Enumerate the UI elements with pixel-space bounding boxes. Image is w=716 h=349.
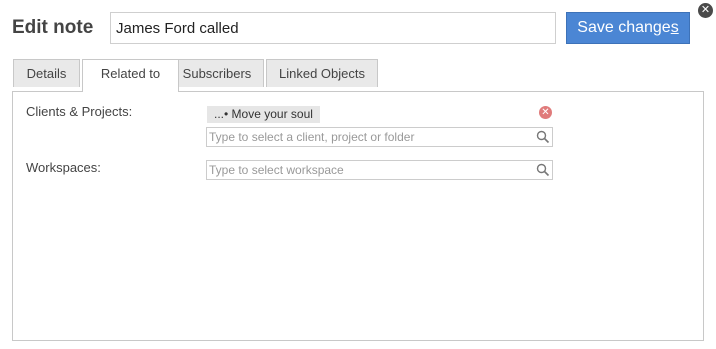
- close-icon[interactable]: ✕: [698, 3, 713, 18]
- edit-note-dialog: ✕ Edit note Save changes Details Related…: [0, 0, 716, 349]
- search-icon[interactable]: [535, 162, 551, 178]
- remove-chip-icon[interactable]: ✕: [539, 106, 552, 119]
- workspaces-search-input[interactable]: [207, 161, 531, 179]
- save-changes-button[interactable]: Save changes: [566, 12, 690, 44]
- clients-projects-label: Clients & Projects:: [26, 104, 133, 119]
- search-icon[interactable]: [535, 129, 551, 145]
- clients-projects-search-field[interactable]: [206, 127, 553, 147]
- tab-linked-objects[interactable]: Linked Objects: [266, 59, 378, 87]
- tab-related-to[interactable]: Related to: [82, 59, 179, 92]
- selected-project-chip: ...• Move your soul: [207, 106, 320, 123]
- dialog-title: Edit note: [12, 17, 94, 38]
- save-button-label: Save change: [577, 19, 671, 36]
- tab-subscribers[interactable]: Subscribers: [170, 59, 264, 87]
- workspaces-label: Workspaces:: [26, 160, 101, 175]
- save-button-accesskey: s: [670, 19, 679, 36]
- clients-projects-search-input[interactable]: [207, 128, 531, 146]
- note-title-input[interactable]: [110, 12, 556, 44]
- tab-details[interactable]: Details: [13, 59, 80, 87]
- workspaces-search-field[interactable]: [206, 160, 553, 180]
